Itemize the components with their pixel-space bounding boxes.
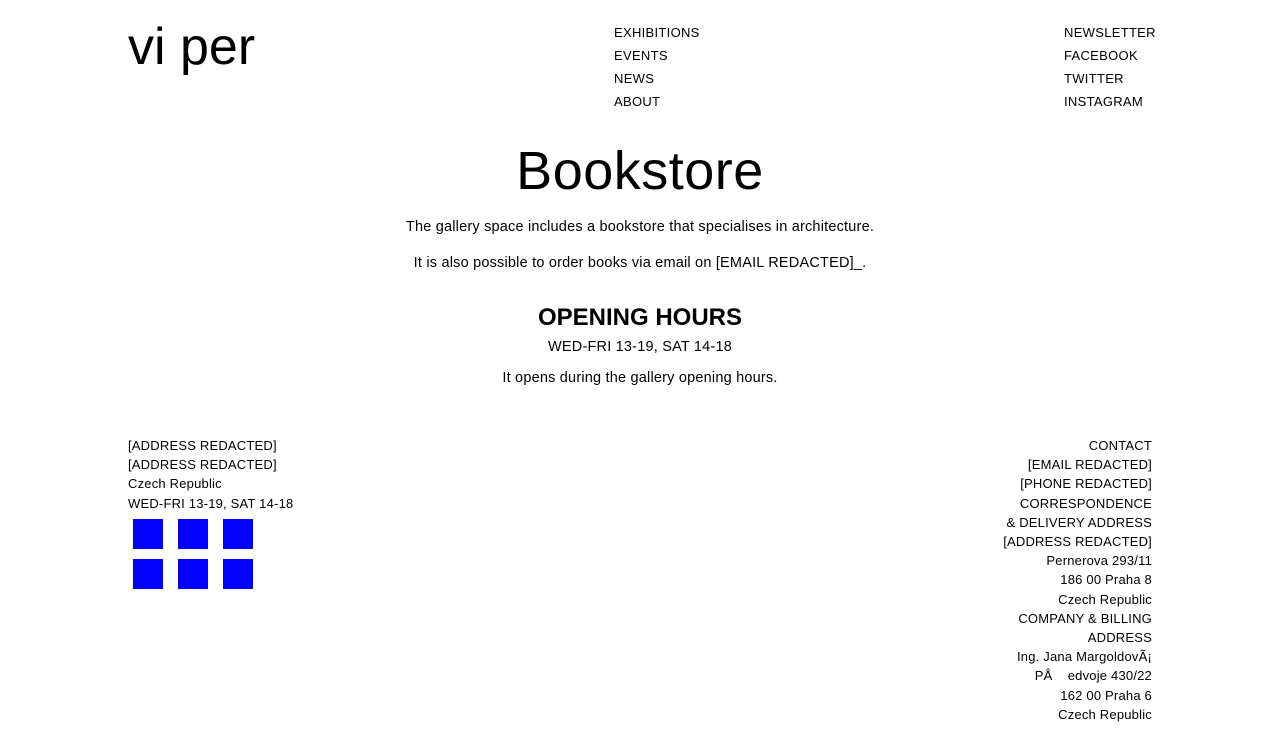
correspondence-line: Pernerova 293/11 [1046, 553, 1152, 569]
footer-address-line: [ADDRESS REDACTED] [128, 457, 277, 473]
footer-address: [ADDRESS REDACTED] [ADDRESS REDACTED] Cz… [128, 436, 298, 599]
opening-hours-time: WED-FRI 13-19, SAT 14-18 [548, 339, 732, 355]
nav-item-newsletter[interactable]: NEWSLETTER [1064, 25, 1156, 40]
opening-hours-note: It opens during the gallery opening hour… [502, 370, 778, 386]
billing-line: PÅ edvoje 430/22 [1034, 668, 1152, 684]
nav-item-exhibitions[interactable]: EXHIBITIONS [614, 25, 700, 40]
footer-address-line: Czech Republic [128, 476, 222, 492]
main-nav: EXHIBITIONS EVENTS NEWS ABOUT [614, 21, 700, 113]
correspondence-heading: CORRESPONDENCE [1019, 495, 1152, 511]
order-paragraph: It is also possible to order books via e… [413, 255, 867, 271]
opening-hours-heading: OPENING HOURS [537, 304, 743, 331]
billing-line: 162 00 Praha 6 [1060, 687, 1152, 703]
footer-address-line: [ADDRESS REDACTED] [128, 438, 277, 453]
nav-item-events[interactable]: EVENTS [614, 48, 668, 63]
page-title: Bookstore [516, 141, 764, 201]
billing-line: Czech Republic [1058, 706, 1152, 722]
correspondence-heading-cont: & DELIVERY ADDRESS [1006, 514, 1152, 530]
billing-heading: COMPANY & BILLING [1018, 610, 1152, 626]
social-nav: NEWSLETTER FACEBOOK TWITTER INSTAGRAM [1064, 21, 1156, 113]
nav-item-about[interactable]: ABOUT [614, 94, 660, 109]
nav-item-facebook[interactable]: FACEBOOK [1064, 48, 1138, 63]
main-content: Bookstore The gallery space includes a b… [0, 138, 1280, 387]
nav-item-news[interactable]: NEWS [614, 71, 654, 86]
contact-email-link[interactable]: [EMAIL REDACTED] [1003, 455, 1152, 474]
partner-logo-square[interactable] [223, 558, 253, 589]
partner-logo-square[interactable] [178, 558, 208, 589]
nav-item-twitter[interactable]: TWITTER [1064, 71, 1124, 86]
billing-line: Ing. Jana MargoldovÃ¡ [1017, 649, 1152, 665]
footer-hours-line: WED-FRI 13-19, SAT 14-18 [128, 495, 294, 511]
partner-logo-square[interactable] [223, 518, 253, 549]
partner-logo-square[interactable] [133, 558, 163, 589]
correspondence-line: Czech Republic [1058, 591, 1152, 607]
correspondence-line: 186 00 Praha 8 [1060, 572, 1152, 588]
site-logo[interactable]: vi per [128, 16, 255, 78]
billing-heading-cont: ADDRESS [1087, 630, 1152, 646]
nav-item-instagram[interactable]: INSTAGRAM [1064, 94, 1143, 109]
contact-phone: [PHONE REDACTED] [1020, 476, 1152, 492]
intro-paragraph: The gallery space includes a bookstore t… [405, 219, 875, 235]
footer-logo-grid [128, 518, 298, 599]
contact-heading: CONTACT [1088, 438, 1152, 453]
footer-contact: CONTACT [EMAIL REDACTED] [PHONE REDACTED… [1003, 436, 1152, 724]
partner-logo-square[interactable] [133, 518, 163, 549]
correspondence-line: [ADDRESS REDACTED] [1003, 534, 1152, 550]
partner-logo-square[interactable] [178, 518, 208, 549]
